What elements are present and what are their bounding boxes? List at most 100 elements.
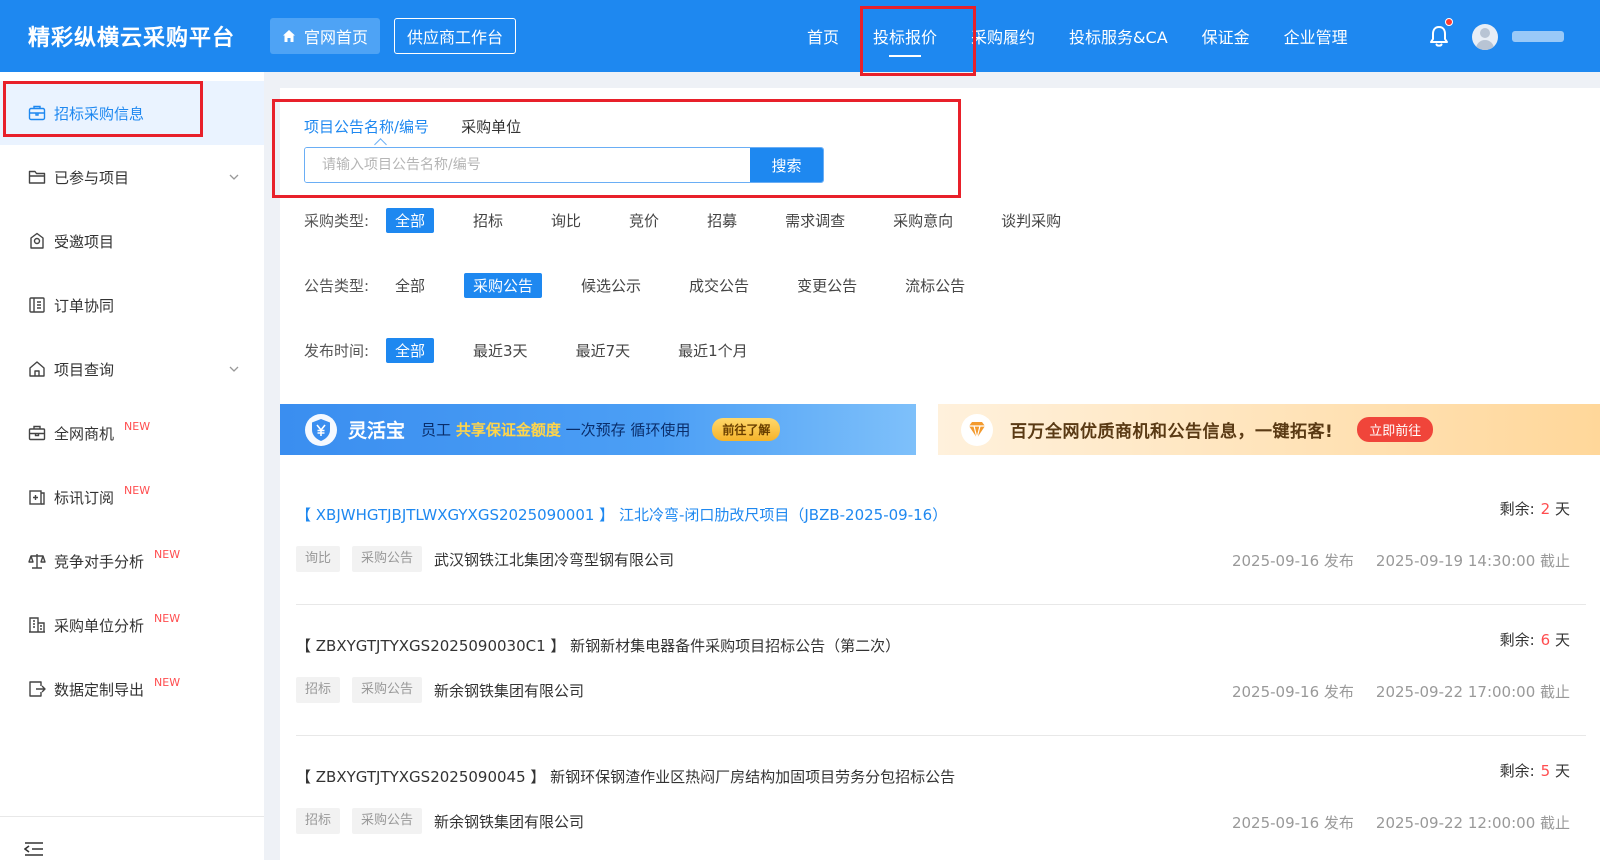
- list-item[interactable]: 【 XBJWHGTJBJTLWXGYXGS2025090001 】 江北冷弯-闭…: [296, 474, 1586, 605]
- filter-notice-type: 公告类型: 全部 采购公告 候选公示 成交公告 变更公告 流标公告: [304, 273, 1004, 298]
- sidebar-item-bid-info[interactable]: 招标采购信息: [0, 81, 264, 145]
- tab-buyer[interactable]: 采购单位: [461, 116, 521, 137]
- linghuobao-banner[interactable]: 灵活宝 员工 共享保证金额度 一次预存 循环使用 前往了解: [280, 404, 916, 455]
- opportunities-banner[interactable]: 百万全网优质商机和公告信息，一键拓客! 立即前往: [938, 404, 1600, 455]
- notice-tag: 采购公告: [352, 808, 423, 834]
- search-button[interactable]: 搜索: [750, 148, 823, 182]
- learn-more-button[interactable]: 前往了解: [712, 418, 781, 441]
- sidebar-item-joined-projects[interactable]: 已参与项目: [0, 145, 264, 209]
- search-input[interactable]: [305, 148, 750, 182]
- main-content: 项目公告名称/编号 采购单位 搜索 采购类型: 全部 招标 询比 竞价 招募 需…: [280, 88, 1600, 860]
- notice-tag: 采购公告: [352, 546, 423, 572]
- collapse-menu-icon[interactable]: [24, 841, 44, 857]
- official-home-label: 官网首页: [304, 28, 369, 47]
- filter-option[interactable]: 询比: [542, 208, 590, 233]
- filter-option[interactable]: 采购公告: [464, 273, 543, 298]
- shield-yen-icon: [305, 413, 337, 446]
- filter-option[interactable]: 流标公告: [896, 273, 974, 298]
- filter-option[interactable]: 成交公告: [680, 273, 758, 298]
- go-now-button[interactable]: 立即前往: [1357, 417, 1434, 442]
- sidebar-item-project-query[interactable]: 项目查询: [0, 337, 264, 401]
- filter-option[interactable]: 全部: [386, 338, 435, 363]
- buyer-company: 武汉钢铁江北集团冷弯型钢有限公司: [434, 551, 675, 569]
- filter-option[interactable]: 全部: [386, 273, 434, 298]
- filter-label: 公告类型:: [304, 277, 370, 295]
- remaining-days: 剩余: 6 天: [1500, 629, 1570, 650]
- nav-bidding[interactable]: 投标报价: [856, 0, 954, 72]
- sidebar-item-invited[interactable]: 受邀项目: [0, 209, 264, 273]
- filter-option[interactable]: 需求调查: [776, 208, 854, 233]
- sidebar-item-subscriptions[interactable]: 标讯订阅 NEW: [0, 465, 264, 529]
- subscribe-icon: [29, 490, 45, 505]
- sidebar-item-data-export[interactable]: 数据定制导出 NEW: [0, 657, 264, 721]
- sidebar-label-bid-info: 招标采购信息: [54, 104, 145, 123]
- sidebar-label-project-query: 项目查询: [54, 360, 115, 379]
- deadline: 2025-09-19 14:30:00 截止: [1375, 552, 1570, 570]
- sidebar-item-opportunities[interactable]: 全网商机 NEW: [0, 401, 264, 465]
- nav-home[interactable]: 首页: [790, 0, 856, 72]
- notice-tag: 采购公告: [352, 677, 423, 703]
- main-nav: 首页 投标报价 采购履约 投标服务&CA 保证金 企业管理: [790, 0, 1365, 72]
- filter-option[interactable]: 招标: [464, 208, 512, 233]
- filter-publish-time: 发布时间: 全部 最近3天 最近7天 最近1个月: [304, 338, 787, 363]
- username-masked[interactable]: [1512, 31, 1564, 42]
- notice-title[interactable]: 【 ZBXYGTJTYXGS2025090045 】 新钢环保钢渣作业区热闷厂房…: [296, 766, 955, 787]
- remaining-days: 剩余: 2 天: [1500, 498, 1570, 519]
- search-tabs: 项目公告名称/编号 采购单位: [304, 116, 553, 137]
- sidebar-footer: [0, 816, 264, 860]
- filter-option[interactable]: 采购意向: [884, 208, 962, 233]
- notification-dot: [1445, 18, 1453, 26]
- list-item[interactable]: 【 ZBXYGTJTYXGS2025090045 】 新钢环保钢渣作业区热闷厂房…: [296, 736, 1586, 860]
- remain-label: 剩余:: [1499, 762, 1535, 780]
- remain-num: 6: [1540, 631, 1551, 649]
- supplier-workbench-button[interactable]: 供应商工作台: [394, 18, 517, 54]
- nav-bid-services[interactable]: 投标服务&CA: [1052, 0, 1185, 72]
- notice-title[interactable]: 【 ZBXYGTJTYXGS2025090030C1 】 新钢新材集电器备件采购…: [296, 635, 900, 656]
- sidebar-item-buyer-analysis[interactable]: 采购单位分析 NEW: [0, 593, 264, 657]
- filter-label: 发布时间:: [304, 342, 370, 360]
- tab-notice-name[interactable]: 项目公告名称/编号: [304, 116, 429, 137]
- nav-enterprise[interactable]: 企业管理: [1267, 0, 1365, 72]
- new-badge: NEW: [154, 675, 181, 689]
- banner-text: 百万全网优质商机和公告信息，一键拓客!: [1010, 422, 1334, 442]
- remain-label: 剩余:: [1499, 500, 1535, 518]
- bid-list-icon: [28, 105, 46, 121]
- remain-num: 2: [1540, 500, 1551, 518]
- notification-bell-icon[interactable]: [1428, 24, 1450, 48]
- sidebar-item-competitor-analysis[interactable]: 竞争对手分析 NEW: [0, 529, 264, 593]
- filter-option[interactable]: 最近3天: [464, 338, 537, 363]
- banner-text-b: 一次预存 循环使用: [565, 421, 691, 439]
- sidebar-item-orders[interactable]: 订单协同: [0, 273, 264, 337]
- user-avatar[interactable]: [1472, 24, 1498, 50]
- chevron-down-icon[interactable]: [228, 171, 240, 183]
- deadline: 2025-09-22 17:00:00 截止: [1375, 683, 1570, 701]
- official-home-button[interactable]: 官网首页: [270, 18, 381, 54]
- dates: 2025-09-16 发布 2025-09-22 17:00:00 截止: [1232, 681, 1570, 702]
- filter-option[interactable]: 最近1个月: [669, 338, 757, 363]
- sidebar-label-opportunities: 全网商机: [54, 424, 115, 443]
- buyer-company: 新余钢铁集团有限公司: [434, 682, 585, 700]
- nav-deposit[interactable]: 保证金: [1185, 0, 1267, 72]
- export-icon: [29, 681, 46, 697]
- publish-date: 2025-09-16 发布: [1231, 683, 1354, 701]
- remain-unit: 天: [1554, 631, 1570, 649]
- invite-icon: [30, 232, 44, 249]
- new-badge: NEW: [124, 419, 151, 433]
- notice-title[interactable]: 【 XBJWHGTJBJTLWXGYXGS2025090001 】 江北冷弯-闭…: [296, 504, 947, 525]
- filter-option[interactable]: 竞价: [620, 208, 668, 233]
- filter-option[interactable]: 最近7天: [567, 338, 640, 363]
- search-bar: 搜索: [304, 147, 824, 183]
- nav-fulfillment[interactable]: 采购履约: [954, 0, 1052, 72]
- filter-option[interactable]: 候选公示: [572, 273, 650, 298]
- filter-option[interactable]: 全部: [386, 208, 435, 233]
- list-item[interactable]: 【 ZBXYGTJTYXGS2025090030C1 】 新钢新材集电器备件采购…: [296, 605, 1586, 736]
- remain-label: 剩余:: [1499, 631, 1535, 649]
- filter-option[interactable]: 谈判采购: [992, 208, 1070, 233]
- top-header: 精彩纵横云采购平台 官网首页 供应商工作台 首页 投标报价 采购履约 投标服务&…: [0, 0, 1600, 72]
- remain-unit: 天: [1554, 762, 1570, 780]
- chevron-down-icon[interactable]: [228, 363, 240, 375]
- sidebar-label-competitor-analysis: 竞争对手分析: [54, 552, 145, 571]
- filter-option[interactable]: 变更公告: [788, 273, 866, 298]
- buyer-company: 新余钢铁集团有限公司: [434, 813, 585, 831]
- filter-option[interactable]: 招募: [698, 208, 746, 233]
